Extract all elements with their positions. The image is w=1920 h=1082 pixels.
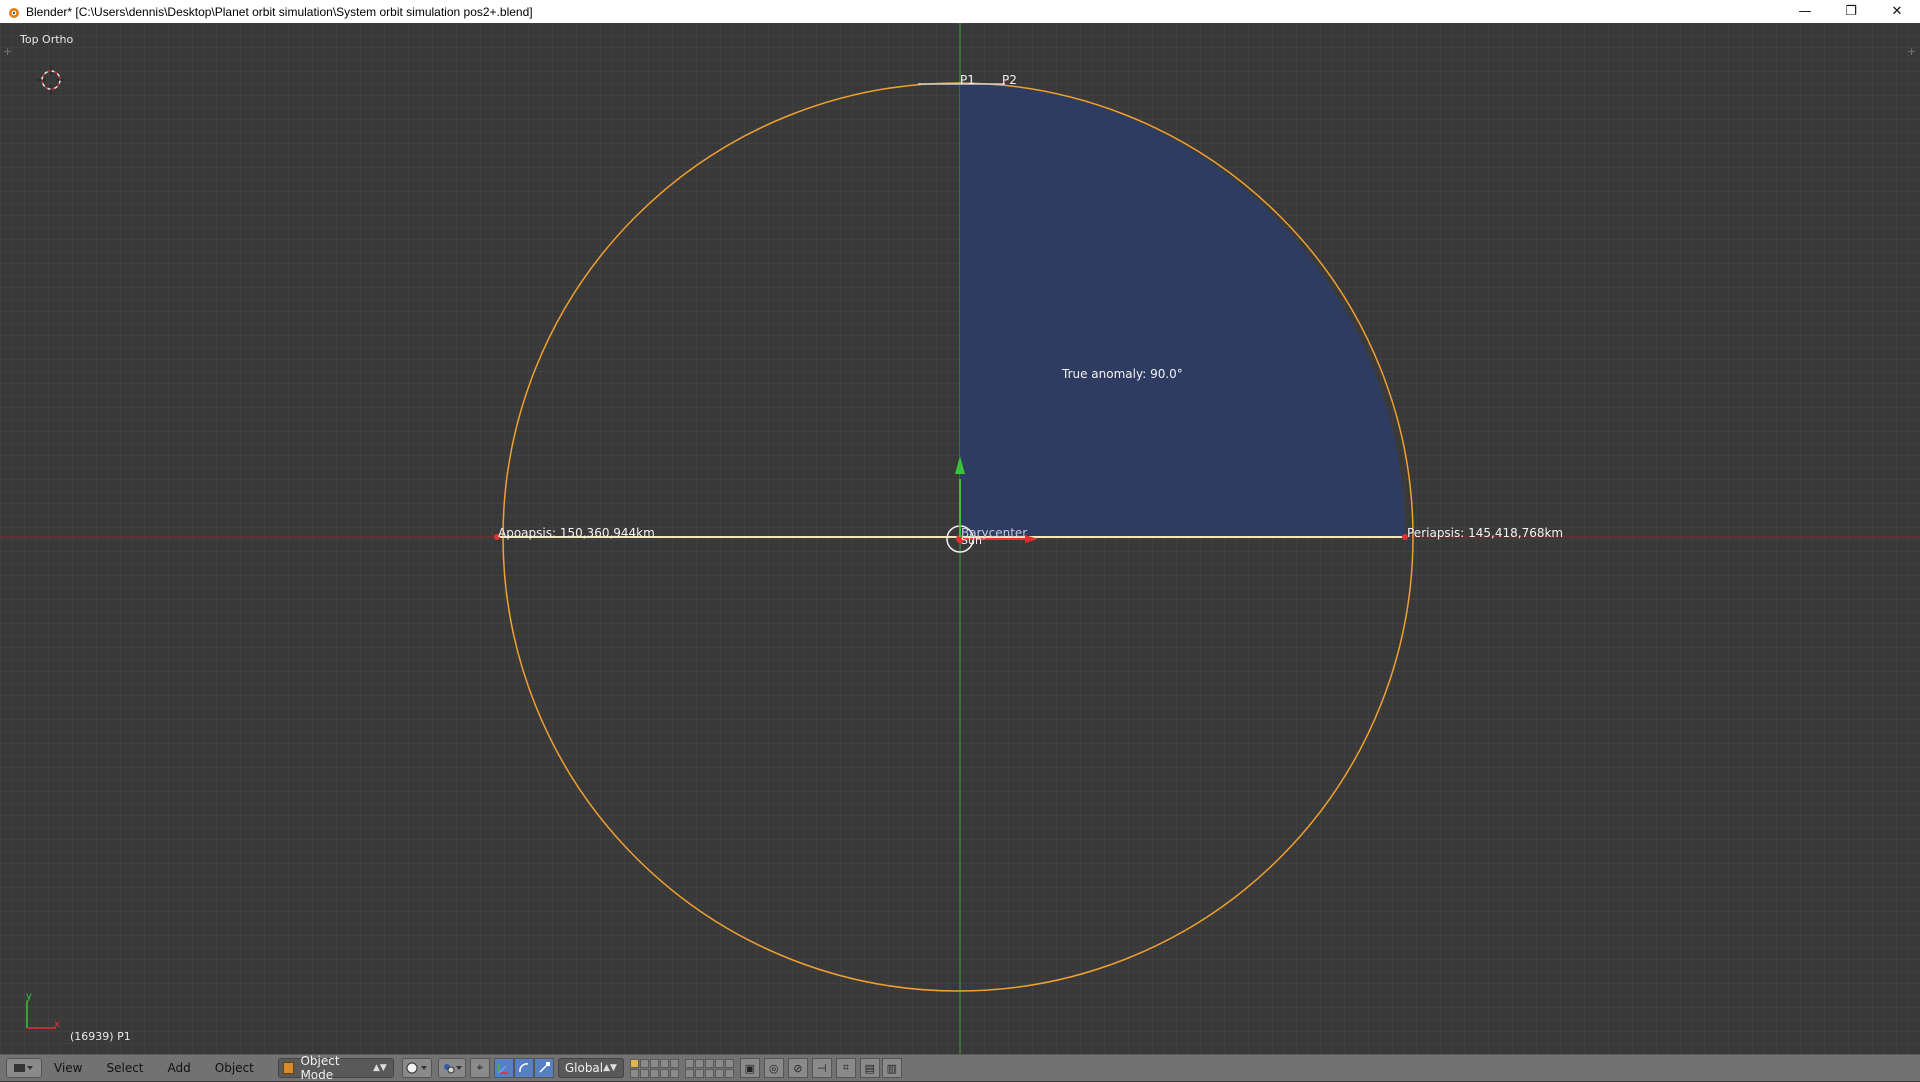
lock-layers-icon[interactable]: ▣: [739, 1058, 760, 1078]
window-title: Blender* [C:\Users\dennis\Desktop\Planet…: [26, 4, 533, 19]
snap-element-icon[interactable]: ⊣: [811, 1058, 832, 1078]
menu-select[interactable]: Select: [94, 1055, 155, 1081]
pivot-icon[interactable]: [437, 1058, 466, 1078]
label-p2: P2: [1002, 73, 1017, 87]
mode-select-value: Object Mode: [300, 1054, 340, 1082]
proportional-edit-icon[interactable]: ◎: [763, 1058, 784, 1078]
3d-viewport[interactable]: y x P1 P2 True anomaly: 90.0° Apoapsis: …: [0, 23, 1920, 1054]
axis-gizmo-icon: [26, 1001, 56, 1029]
snap-target-icon[interactable]: ⌗: [835, 1058, 856, 1078]
shading-sphere-icon[interactable]: [401, 1058, 432, 1078]
orientation-select[interactable]: Global ▲▼: [557, 1058, 624, 1078]
menu-object[interactable]: Object: [203, 1055, 266, 1081]
true-anomaly-sector: [960, 84, 1405, 537]
view-label: Top Ortho: [20, 33, 74, 46]
orientation-select-value: Global: [564, 1061, 604, 1075]
manipulator-icon[interactable]: ⌖: [469, 1058, 490, 1078]
menu-view[interactable]: View: [42, 1055, 94, 1081]
layers-group-1[interactable]: [629, 1058, 679, 1078]
snap-toggle-icon[interactable]: ⊘: [787, 1058, 808, 1078]
editor-type-icon[interactable]: [6, 1058, 42, 1078]
chevron-updown-icon: ▲▼: [373, 1063, 387, 1073]
blender-logo-icon: [9, 7, 19, 18]
close-button[interactable]: ✕: [1874, 0, 1920, 23]
label-p1: P1: [960, 73, 975, 87]
frame-info: (16939) P1: [70, 1030, 131, 1043]
restore-button[interactable]: ❐: [1828, 0, 1874, 23]
render-preview-icon[interactable]: ▤: [859, 1058, 880, 1078]
label-sun: Sun: [961, 534, 982, 547]
menu-add[interactable]: Add: [156, 1055, 203, 1081]
render-animation-icon[interactable]: ▥: [881, 1058, 902, 1078]
label-periapsis: Periapsis: 145,418,768km: [1407, 526, 1563, 540]
expand-right-icon[interactable]: +: [1907, 46, 1917, 57]
mode-select[interactable]: Object Mode ▲▼: [277, 1054, 394, 1082]
label-true-anomaly: True anomaly: 90.0°: [1061, 367, 1183, 381]
rotate-icon[interactable]: [513, 1058, 534, 1078]
chevron-updown-icon: ▲▼: [603, 1063, 617, 1073]
window-titlebar: Blender* [C:\Users\dennis\Desktop\Planet…: [0, 0, 1920, 24]
viewport-header: View Select Add Object Object Mode ▲▼ ⌖ …: [0, 1054, 1920, 1082]
minimize-button[interactable]: —: [1782, 0, 1828, 23]
axis-gizmo-y-label: y: [26, 991, 32, 1002]
viewport-scene: y x P1 P2 True anomaly: 90.0° Apoapsis: …: [0, 23, 1920, 1054]
label-apoapsis: Apoapsis: 150,360,944km: [498, 526, 655, 540]
layers-group-2[interactable]: [684, 1058, 734, 1078]
scale-icon[interactable]: [533, 1058, 554, 1078]
3d-cursor-icon[interactable]: [36, 65, 66, 95]
expand-left-icon[interactable]: +: [3, 46, 13, 57]
translate-icon[interactable]: [493, 1058, 514, 1078]
object-mode-icon: [282, 1062, 295, 1074]
axis-gizmo-x-label: x: [54, 1019, 60, 1030]
